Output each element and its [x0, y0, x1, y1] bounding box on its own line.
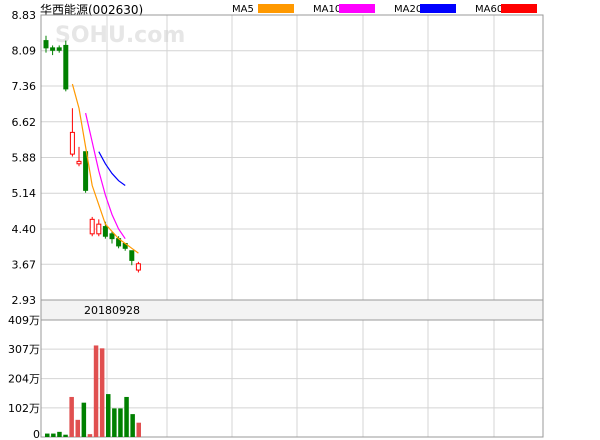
date-label: 20180928: [84, 304, 140, 317]
legend-swatch-ma10: [339, 4, 375, 13]
volume-tick-label: 409万: [8, 314, 40, 327]
legend-swatch-ma20: [420, 4, 456, 13]
volume-bar: [81, 402, 87, 437]
legend-swatch-ma5: [258, 4, 294, 13]
price-tick-label: 2.93: [12, 294, 37, 307]
chart-canvas: MA5 MA10 MA20 MA60 SOHU.com 8.83 8.09 7.36 6.62 5…: [8, 4, 544, 440]
legend-label-ma20: MA20: [394, 4, 422, 15]
candle-body: [56, 47, 62, 51]
legend-swatch-ma60: [501, 4, 537, 13]
volume-bar: [112, 408, 117, 437]
volume-tick-label: 204万: [8, 373, 40, 386]
candle-body: [63, 44, 69, 90]
volume-bar: [63, 434, 68, 437]
candle-body: [76, 160, 82, 165]
candle-body: [96, 223, 102, 235]
volume-tick-label: 307万: [8, 343, 40, 356]
volume-bar: [130, 414, 135, 437]
price-tick-label: 5.88: [12, 152, 37, 165]
price-tick-label: 5.14: [12, 187, 37, 200]
volume-tick-label: 0: [33, 428, 40, 440]
ma20-line: [98, 151, 126, 187]
volume-bar: [69, 396, 74, 437]
legend-label-ma5: MA5: [232, 4, 254, 15]
candle-body: [129, 250, 135, 261]
candle-body: [89, 218, 95, 235]
volume-bar: [51, 433, 56, 437]
price-tick-label: 6.62: [12, 116, 37, 129]
candle-body: [69, 131, 75, 155]
price-tick-label: 8.83: [12, 9, 37, 22]
price-tick-label: 3.67: [12, 258, 37, 271]
price-tick-label: 8.09: [12, 45, 37, 58]
volume-bar: [99, 348, 105, 437]
volume-bar: [136, 422, 141, 437]
candle-body: [135, 263, 141, 271]
price-tick-label: 7.36: [12, 80, 37, 93]
legend-label-ma60: MA60: [475, 4, 503, 15]
candle-body: [102, 226, 108, 237]
volume-bar: [75, 419, 80, 437]
volume-bar: [118, 408, 123, 437]
volume-bar: [93, 345, 99, 437]
candle-body: [43, 40, 49, 49]
price-tick-label: 4.40: [12, 223, 37, 236]
volume-bar: [87, 434, 93, 437]
legend-label-ma10: MA10: [313, 4, 341, 15]
volume-bar: [57, 431, 62, 437]
watermark-text: SOHU.com: [55, 23, 185, 48]
volume-bar: [124, 396, 129, 437]
candle-body: [109, 233, 115, 240]
volume-bar: [45, 433, 50, 437]
volume-tick-label: 102万: [8, 402, 40, 415]
candle-body: [50, 47, 56, 51]
volume-bar: [106, 394, 111, 437]
